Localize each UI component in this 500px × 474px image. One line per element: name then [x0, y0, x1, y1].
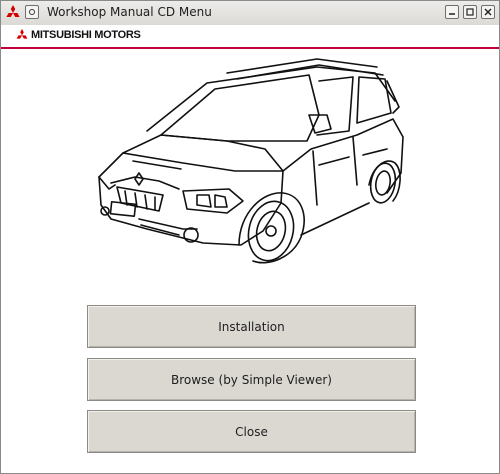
mitsubishi-logo-icon — [6, 5, 20, 17]
minimize-icon — [449, 13, 455, 15]
browse-button[interactable]: Browse (by Simple Viewer) — [87, 358, 416, 401]
close-window-button[interactable] — [481, 5, 495, 19]
brand-name: MITSUBISHI MOTORS — [31, 29, 141, 41]
title-bar[interactable]: Workshop Manual CD Menu — [1, 1, 499, 26]
close-icon — [484, 8, 492, 16]
brand-logo-icon — [16, 29, 28, 39]
window-menu-icon[interactable] — [25, 5, 39, 19]
window-title: Workshop Manual CD Menu — [47, 5, 212, 19]
installation-button[interactable]: Installation — [87, 305, 416, 348]
brand-header: MITSUBISHI MOTORS — [1, 25, 499, 49]
main-content: Installation Browse (by Simple Viewer) C… — [1, 49, 499, 473]
maximize-button[interactable] — [463, 5, 477, 19]
maximize-icon — [466, 8, 474, 16]
app-window: Workshop Manual CD Menu MITSUBISHI MOTOR… — [0, 0, 500, 474]
car-line-drawing-icon — [98, 58, 404, 264]
minimize-button[interactable] — [445, 5, 459, 19]
close-button[interactable]: Close — [87, 410, 416, 453]
